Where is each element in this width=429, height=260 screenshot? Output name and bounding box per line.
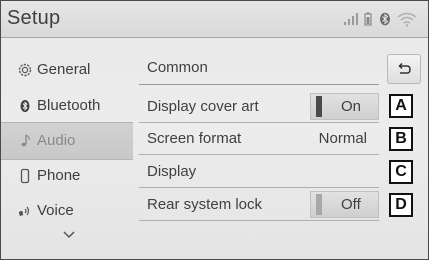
row-label: Screen format [147,130,242,147]
bluetooth-status-icon [378,10,396,27]
section-title: Common [147,59,208,76]
settings-panel: Common Display cover art On Screen forma… [139,38,428,259]
toggle-indicator [316,194,322,215]
callout-d: D [389,193,413,217]
display-cover-art-toggle[interactable]: On [310,93,379,120]
bluetooth-icon [17,98,33,114]
battery-icon [363,10,377,27]
toggle-value: On [341,98,362,115]
sidebar-item-phone[interactable]: Phone [1,158,133,194]
status-bar [343,10,418,28]
title-bar: Setup [1,1,428,38]
music-note-icon [17,133,33,149]
voice-icon [17,203,33,219]
rear-system-lock-row[interactable]: Rear system lock Off [139,188,379,221]
sidebar-item-label: Voice [37,202,74,219]
row-label: Rear system lock [147,196,263,213]
sidebar-item-label: Audio [37,132,76,149]
gear-icon [17,62,33,78]
sidebar-item-label: Phone [37,167,81,184]
chevron-down-icon[interactable] [62,227,76,239]
setup-screen: Setup General Bluetooth Audio Phone Voic… [0,0,429,260]
row-value: Normal [318,130,367,147]
display-row[interactable]: Display [139,155,379,188]
sidebar-item-general[interactable]: General [1,52,133,88]
back-arrow-icon [398,62,411,74]
row-label: Display [147,163,197,180]
sidebar: General Bluetooth Audio Phone Voice [1,38,133,259]
sidebar-item-voice[interactable]: Voice [1,193,133,229]
wifi-icon [396,10,418,27]
page-title: Setup [7,7,61,29]
screen-format-row[interactable]: Screen format Normal [139,122,379,155]
sidebar-item-audio[interactable]: Audio [1,122,133,160]
sidebar-item-label: Bluetooth [37,97,101,114]
toggle-value: Off [341,196,361,213]
rear-system-lock-toggle[interactable]: Off [310,191,379,218]
row-label: Display cover art [147,98,259,115]
back-button[interactable] [387,54,421,84]
sidebar-item-bluetooth[interactable]: Bluetooth [1,88,133,124]
callout-a: A [389,94,413,118]
signal-icon [343,10,363,27]
sidebar-item-label: General [37,61,91,78]
phone-icon [17,168,33,184]
section-header: Common [139,52,379,85]
toggle-indicator [316,96,322,117]
callout-c: C [389,160,413,184]
callout-b: B [389,127,413,151]
display-cover-art-row[interactable]: Display cover art On [139,90,379,123]
